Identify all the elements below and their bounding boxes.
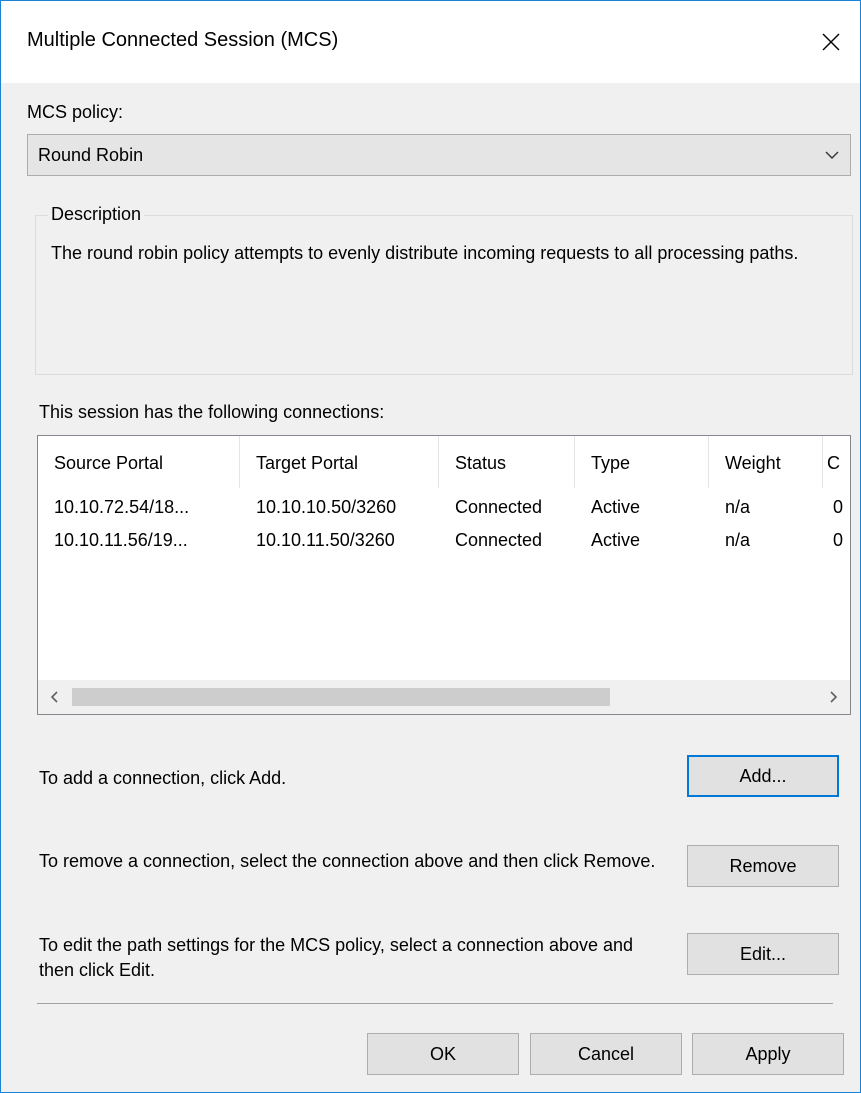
cell-type: Active <box>591 530 641 550</box>
chevron-down-icon <box>825 151 839 159</box>
column-weight[interactable]: Weight <box>709 436 823 488</box>
window-title: Multiple Connected Session (MCS) <box>27 29 339 51</box>
scroll-right-button[interactable] <box>816 680 850 714</box>
mcs-dialog: Multiple Connected Session (MCS) MCS pol… <box>0 0 861 1093</box>
apply-button[interactable]: Apply <box>692 1033 844 1075</box>
table-row[interactable]: 10.10.72.54/18... 10.10.10.50/3260 Conne… <box>38 492 850 522</box>
cell-status: Connected <box>455 497 543 517</box>
column-type[interactable]: Type <box>575 436 709 488</box>
cancel-button[interactable]: Cancel <box>530 1033 682 1075</box>
connections-label: This session has the following connectio… <box>39 402 385 422</box>
title-bar: Multiple Connected Session (MCS) <box>1 1 860 83</box>
cell-c: 0 <box>833 497 844 517</box>
mcs-policy-selected: Round Robin <box>38 145 144 165</box>
cell-source-portal: 10.10.11.56/19... <box>54 530 188 550</box>
column-target-portal[interactable]: Target Portal <box>240 436 439 488</box>
cell-target-portal: 10.10.11.50/3260 <box>256 530 395 550</box>
mcs-policy-dropdown[interactable]: Round Robin <box>27 134 851 176</box>
scrollbar-thumb[interactable] <box>72 688 610 706</box>
edit-button[interactable]: Edit... <box>687 933 839 975</box>
cell-weight: n/a <box>725 497 751 517</box>
connections-list-header: Source Portal Target Portal Status Type … <box>38 436 850 488</box>
connections-list[interactable]: Source Portal Target Portal Status Type … <box>37 435 851 715</box>
column-status[interactable]: Status <box>439 436 575 488</box>
column-c[interactable]: C <box>823 436 850 488</box>
remove-instructions: To remove a connection, select the conne… <box>39 851 656 871</box>
add-instructions: To add a connection, click Add. <box>39 768 287 788</box>
ok-button[interactable]: OK <box>367 1033 519 1075</box>
close-button[interactable] <box>802 1 860 83</box>
scroll-left-button[interactable] <box>38 680 72 714</box>
cell-status: Connected <box>455 530 543 550</box>
horizontal-scrollbar[interactable] <box>38 680 850 714</box>
add-button[interactable]: Add... <box>687 755 839 797</box>
mcs-policy-label: MCS policy: <box>27 102 124 122</box>
description-text: The round robin policy attempts to evenl… <box>51 243 799 263</box>
column-source-portal[interactable]: Source Portal <box>38 436 240 488</box>
edit-instructions: To edit the path settings for the MCS po… <box>39 935 634 980</box>
cell-c: 0 <box>833 530 844 550</box>
cell-target-portal: 10.10.10.50/3260 <box>256 497 397 517</box>
cell-source-portal: 10.10.72.54/18... <box>54 497 190 517</box>
description-group <box>35 215 853 375</box>
cell-type: Active <box>591 497 641 517</box>
chevron-left-icon <box>50 691 58 703</box>
description-legend: Description <box>48 203 145 225</box>
remove-button[interactable]: Remove <box>687 845 839 887</box>
table-row[interactable]: 10.10.11.56/19... 10.10.11.50/3260 Conne… <box>38 525 850 555</box>
footer-separator <box>37 1003 833 1004</box>
cell-weight: n/a <box>725 530 751 550</box>
close-icon <box>822 33 840 51</box>
chevron-right-icon <box>830 691 838 703</box>
